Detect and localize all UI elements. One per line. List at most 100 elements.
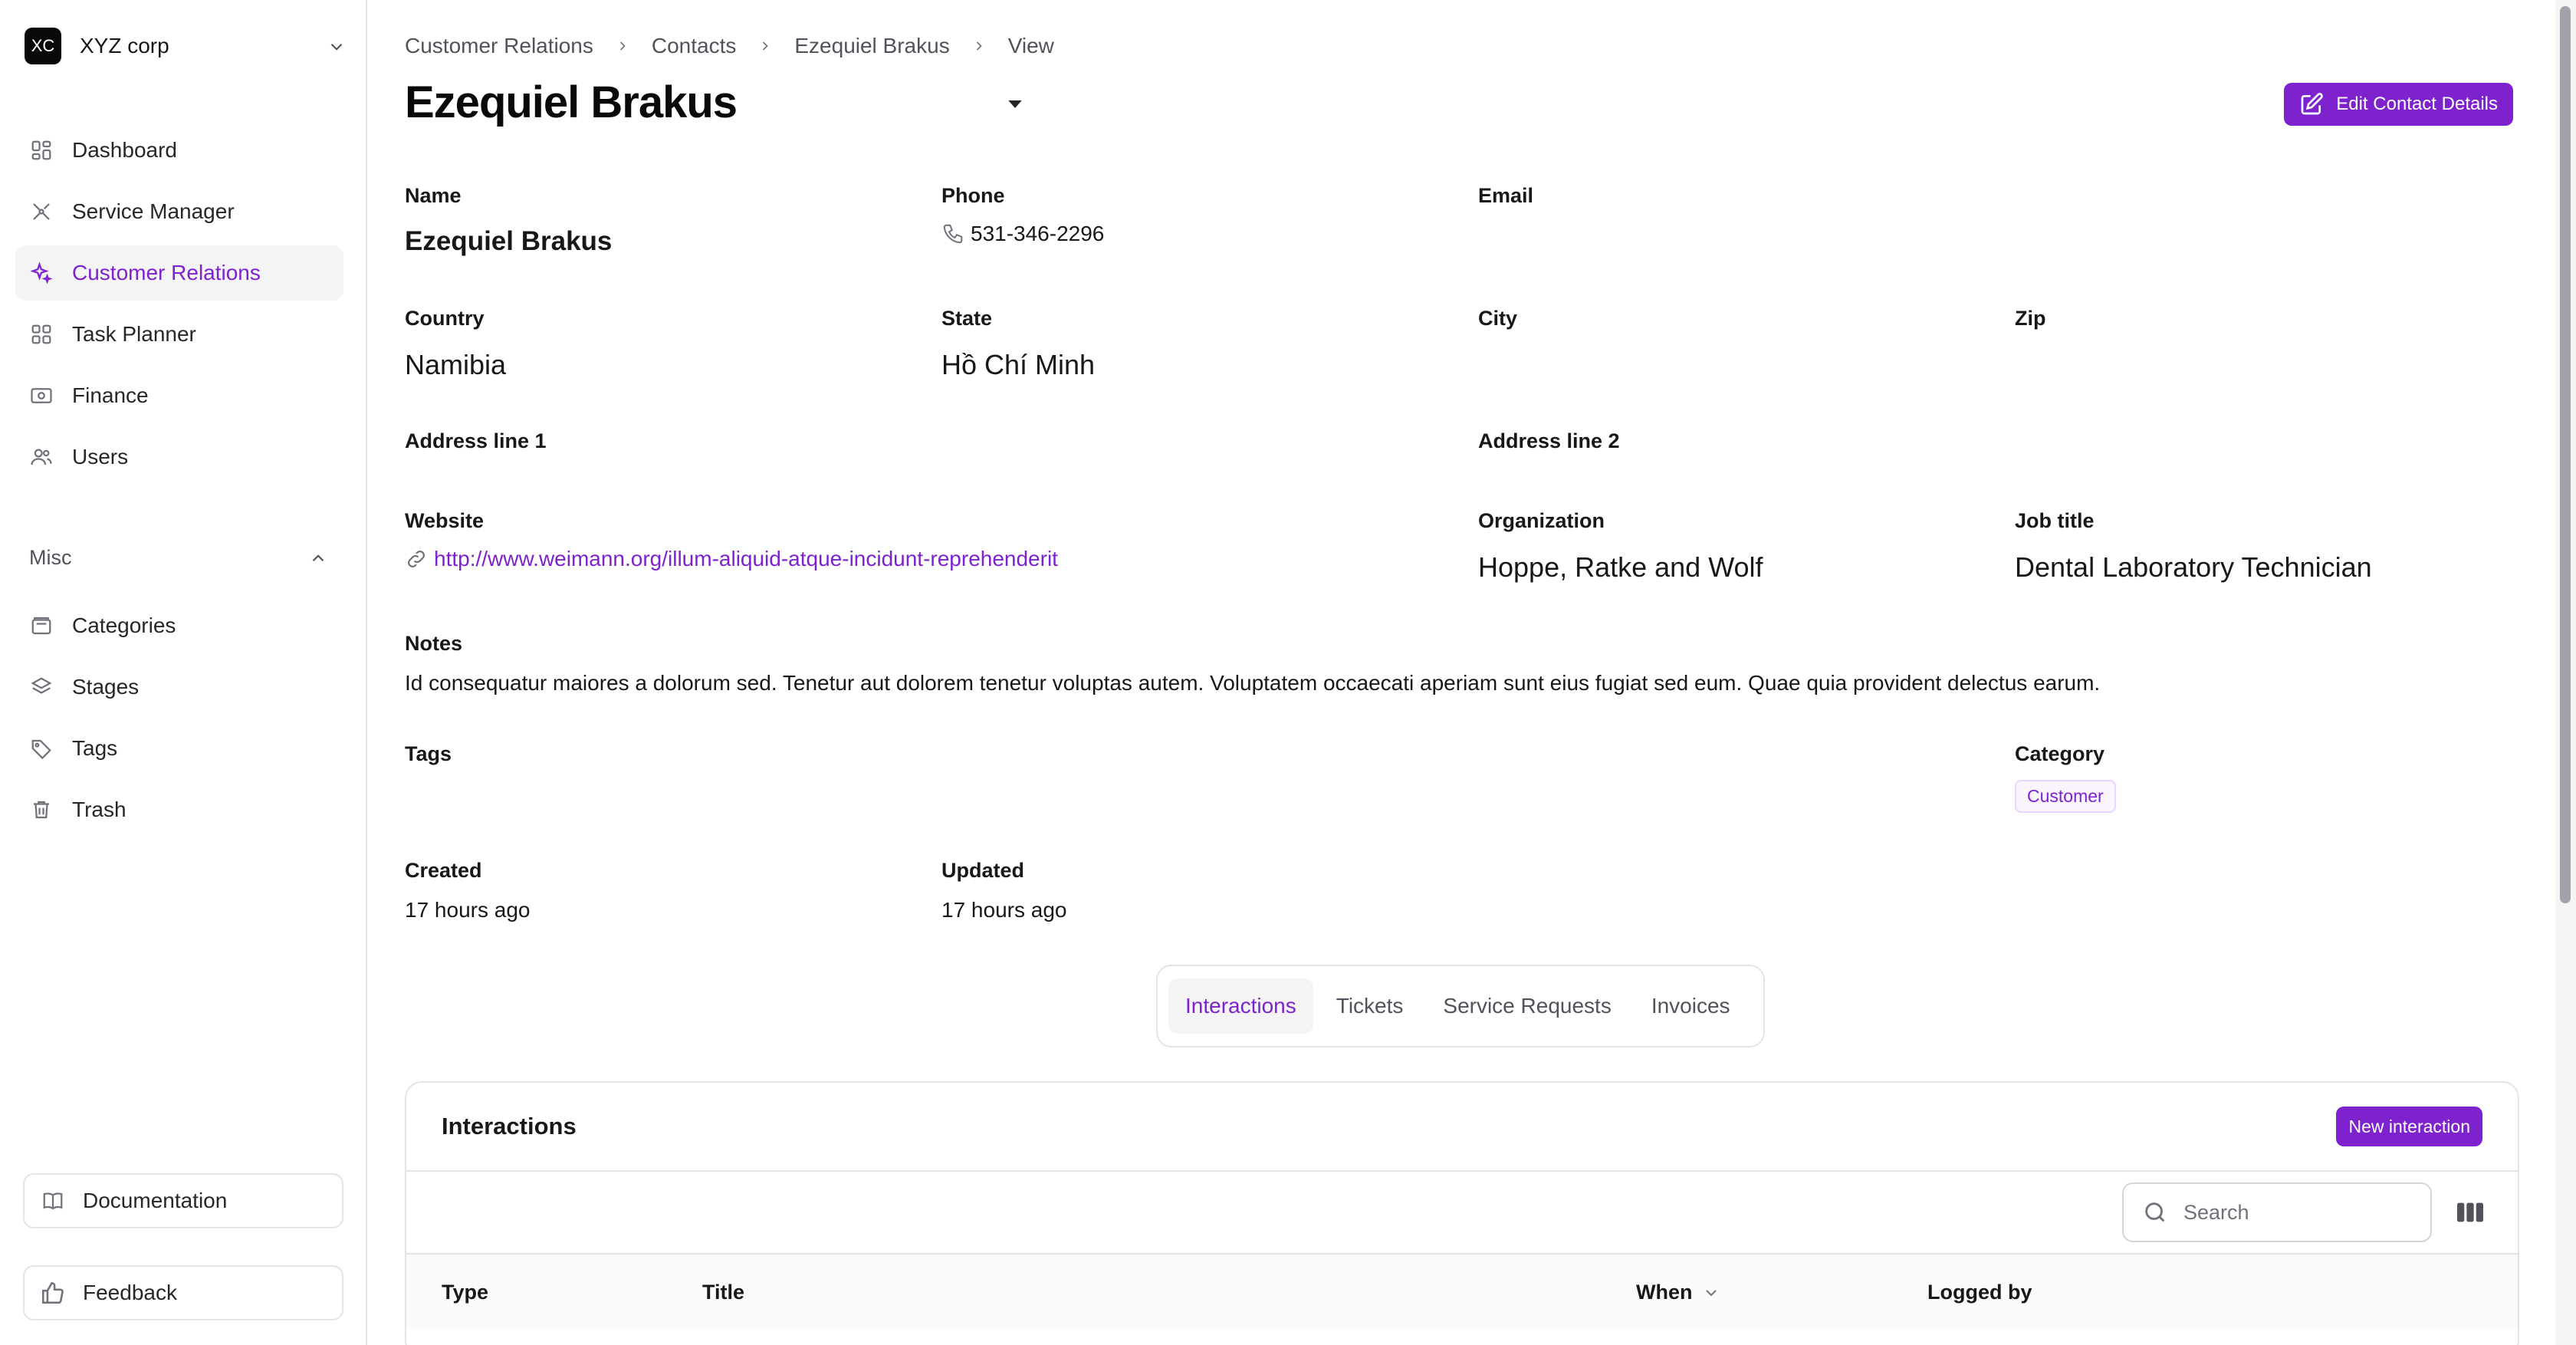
column-header-type[interactable]: Type (442, 1281, 488, 1304)
organization-label: Organization (1478, 509, 1605, 532)
phone-link[interactable]: 531-346-2296 (941, 222, 1104, 246)
search-placeholder: Search (2183, 1200, 2249, 1224)
main-content: Customer Relations Contacts Ezequiel Bra… (369, 0, 2555, 1345)
field-organization: Organization Hoppe, Ratke and Wolf (1478, 509, 1763, 584)
tab-invoices[interactable]: Invoices (1635, 978, 1747, 1034)
brand-logo: XC (25, 28, 61, 64)
phone-icon (943, 224, 963, 244)
nav-item-stages[interactable]: Stages (15, 659, 343, 715)
column-header-logged-by[interactable]: Logged by (1927, 1281, 2032, 1304)
field-state: State Hồ Chí Minh (941, 307, 1095, 381)
name-label: Name (405, 184, 462, 207)
field-tags: Tags (405, 742, 452, 766)
nav-item-dashboard[interactable]: Dashboard (15, 123, 343, 178)
interactions-panel: Interactions New interaction Search Type… (405, 1081, 2519, 1345)
caret-down-icon[interactable] (1004, 95, 1027, 113)
country-label: Country (405, 307, 485, 330)
misc-group-toggle[interactable]: Misc (29, 546, 328, 570)
nav-item-tags[interactable]: Tags (15, 721, 343, 776)
search-icon (2142, 1199, 2170, 1226)
organization-value: Hoppe, Ratke and Wolf (1478, 551, 1763, 583)
field-job-title: Job title Dental Laboratory Technician (2015, 509, 2372, 584)
job-title-value: Dental Laboratory Technician (2015, 551, 2372, 583)
nav-item-categories[interactable]: Categories (15, 598, 343, 653)
sparkles-icon (29, 261, 54, 285)
nav-item-label: Users (72, 445, 129, 469)
column-header-when[interactable]: When (1636, 1281, 1720, 1304)
city-label: City (1478, 307, 1518, 330)
layers-icon (29, 675, 54, 699)
column-header-title[interactable]: Title (702, 1281, 744, 1304)
misc-group-label: Misc (29, 546, 72, 569)
field-zip: Zip (2015, 307, 2046, 330)
nav-item-trash[interactable]: Trash (15, 782, 343, 837)
field-phone: Phone 531-346-2296 (941, 184, 1104, 246)
feedback-button[interactable]: Feedback (23, 1265, 343, 1320)
brand-name: XYZ corp (80, 34, 169, 58)
breadcrumb-contact[interactable]: Ezequiel Brakus (794, 34, 949, 58)
link-icon (408, 551, 425, 567)
notes-value: Id consequatur maiores a dolorum sed. Te… (405, 671, 2101, 695)
nav-item-label: Finance (72, 383, 149, 407)
thumbs-up-icon (40, 1280, 66, 1306)
updated-label: Updated (941, 859, 1024, 882)
chevron-right-icon (976, 41, 982, 51)
nav-item-label: Dashboard (72, 138, 177, 162)
new-interaction-button[interactable]: New interaction (2336, 1107, 2482, 1146)
interactions-header: Interactions New interaction (406, 1083, 2518, 1172)
name-value: Ezequiel Brakus (405, 226, 613, 256)
state-label: State (941, 307, 993, 330)
notes-label: Notes (405, 632, 463, 655)
zip-label: Zip (2015, 307, 2046, 330)
nav-item-finance[interactable]: Finance (15, 368, 343, 423)
documentation-button[interactable]: Documentation (23, 1173, 343, 1228)
team-switcher[interactable]: XC XYZ corp (25, 28, 347, 64)
scrollbar-thumb[interactable] (2560, 6, 2571, 903)
main-nav: Dashboard Service Manager Customer Relat… (15, 123, 343, 491)
nav-item-service-manager[interactable]: Service Manager (15, 184, 343, 239)
field-created: Created 17 hours ago (405, 859, 530, 922)
state-value: Hồ Chí Minh (941, 349, 1096, 380)
tab-tickets[interactable]: Tickets (1319, 978, 1421, 1034)
website-link[interactable]: http://www.weimann.org/illum-aliquid-atq… (405, 547, 1058, 571)
chevron-down-icon (330, 43, 343, 51)
documentation-label: Documentation (83, 1189, 228, 1212)
tab-service-requests[interactable]: Service Requests (1426, 978, 1628, 1034)
website-value: http://www.weimann.org/illum-aliquid-atq… (434, 547, 1058, 571)
breadcrumb-customer-relations[interactable]: Customer Relations (405, 34, 593, 58)
nav-item-users[interactable]: Users (15, 429, 343, 485)
breadcrumb: Customer Relations Contacts Ezequiel Bra… (405, 34, 1054, 58)
nav-item-label: Trash (72, 797, 127, 821)
misc-nav: Categories Stages Tags Trash (15, 598, 343, 844)
nav-item-label: Categories (72, 613, 176, 637)
category-label: Category (2015, 742, 2105, 765)
grid-icon (29, 138, 54, 163)
search-input[interactable]: Search (2122, 1182, 2432, 1242)
edit-icon (2299, 91, 2325, 117)
field-notes: Notes Id consequatur maiores a dolorum s… (405, 632, 2100, 696)
chevron-up-icon (312, 554, 324, 561)
updated-value: 17 hours ago (941, 898, 1067, 922)
nav-item-label: Service Manager (72, 199, 235, 223)
edit-contact-label: Edit Contact Details (2336, 94, 2498, 114)
field-city: City (1478, 307, 1517, 330)
nav-item-customer-relations[interactable]: Customer Relations (15, 245, 343, 301)
tab-interactions[interactable]: Interactions (1168, 978, 1313, 1034)
created-label: Created (405, 859, 482, 882)
breadcrumb-view: View (1007, 34, 1054, 58)
interactions-title: Interactions (442, 1113, 577, 1139)
field-email: Email (1478, 184, 1533, 208)
breadcrumb-contacts[interactable]: Contacts (652, 34, 737, 58)
created-value: 17 hours ago (405, 898, 531, 922)
column-toggle-button[interactable] (2455, 1197, 2486, 1228)
grid-icon (29, 322, 54, 347)
edit-contact-button[interactable]: Edit Contact Details (2284, 83, 2513, 126)
tools-icon (29, 199, 54, 224)
phone-value: 531-346-2296 (971, 222, 1105, 245)
email-label: Email (1478, 184, 1534, 207)
nav-item-task-planner[interactable]: Task Planner (15, 307, 343, 362)
nav-item-label: Tags (72, 736, 118, 760)
phone-label: Phone (941, 184, 1005, 207)
field-address-line-2: Address line 2 (1478, 429, 1620, 453)
feedback-label: Feedback (83, 1281, 177, 1304)
